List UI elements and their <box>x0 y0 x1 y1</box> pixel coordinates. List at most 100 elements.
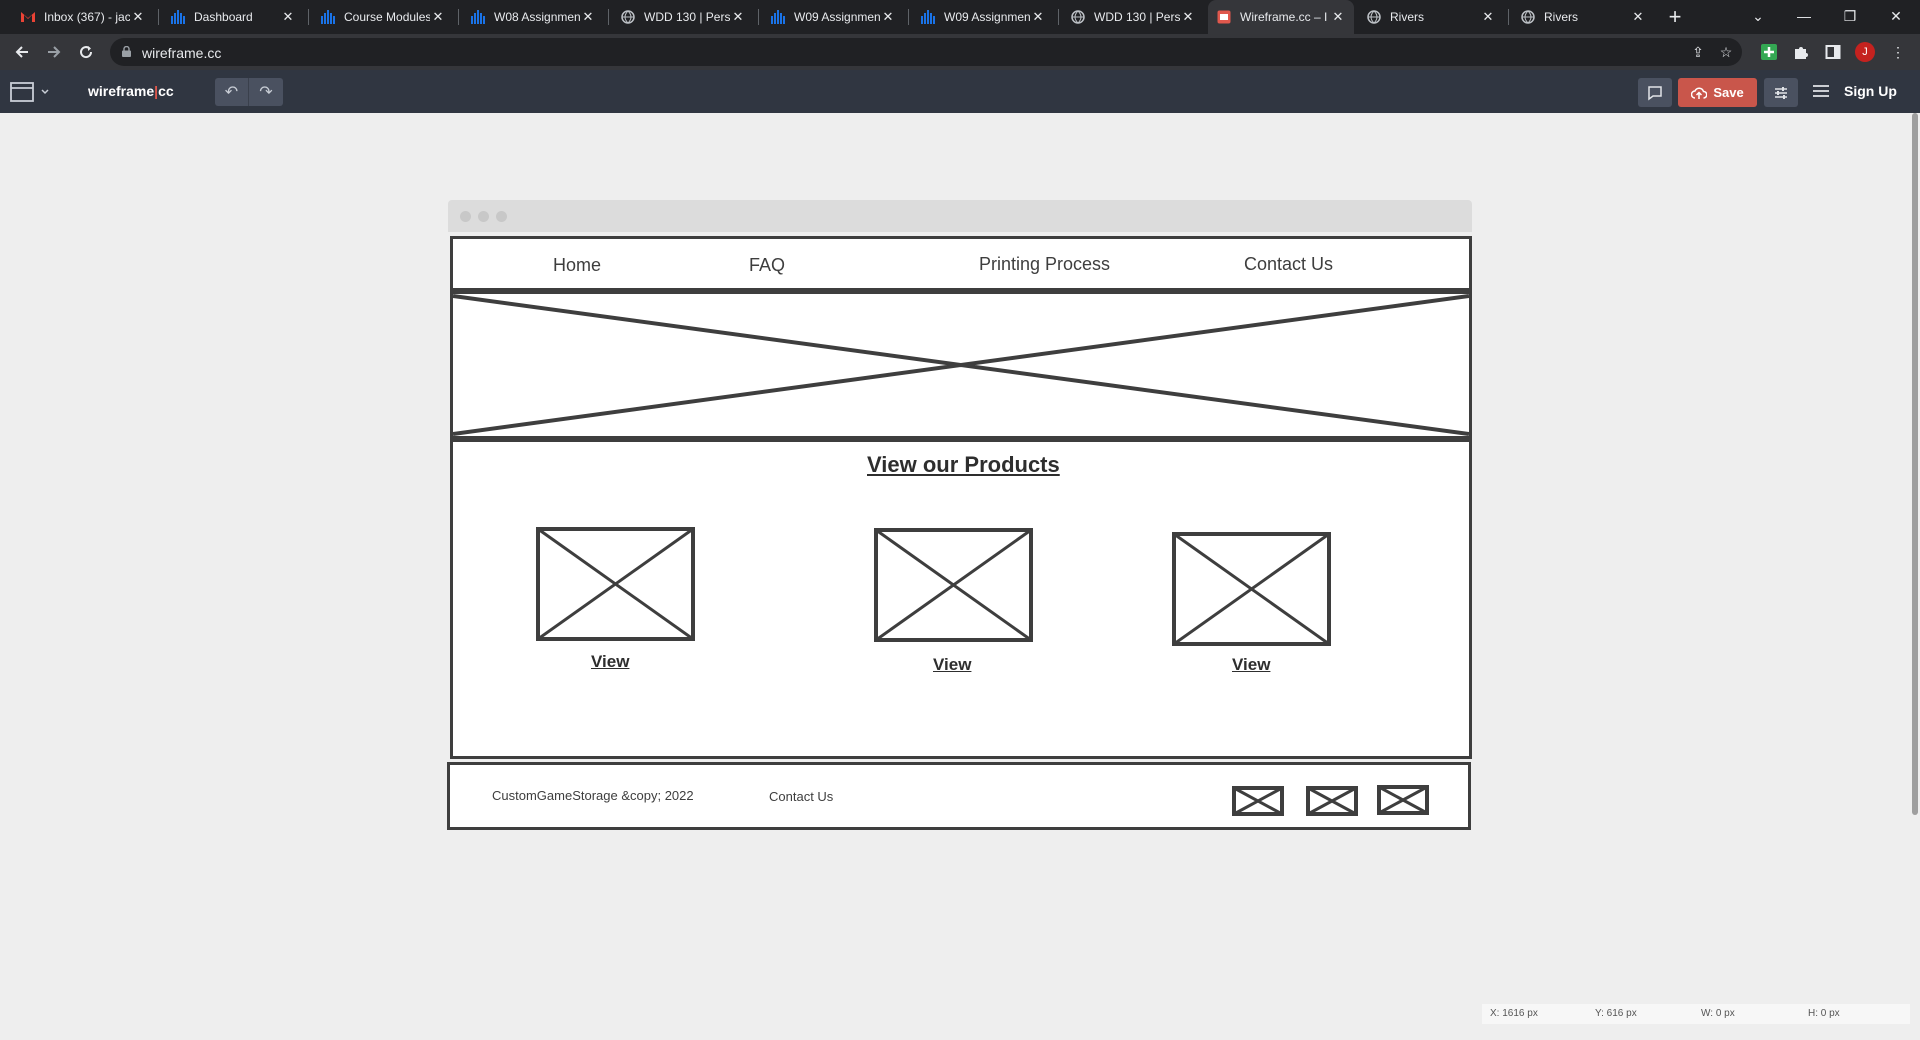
tab-title: W09 Assignmen <box>944 10 1030 24</box>
social-icon-placeholder[interactable] <box>1377 785 1429 815</box>
tab-title: W09 Assignmen <box>794 10 880 24</box>
tab-search-icon[interactable]: ⌄ <box>1736 0 1780 32</box>
browser-tab-wdd130-2[interactable]: WDD 130 | Pers ✕ <box>1062 0 1204 34</box>
signup-button[interactable]: Sign Up <box>1844 83 1897 99</box>
hamburger-menu-button[interactable] <box>1812 83 1832 101</box>
close-tab-icon[interactable]: ✕ <box>1480 9 1496 25</box>
wf-nav-home[interactable]: Home <box>553 255 601 276</box>
tab-title: Course Modules <box>344 10 430 24</box>
comment-icon <box>1648 85 1662 100</box>
save-button[interactable]: Save <box>1678 78 1757 107</box>
app-toolbar: wireframe|cc ↶ ↷ Save Sign Up <box>0 70 1920 113</box>
logo-text-right: cc <box>158 83 174 99</box>
page-settings-button[interactable] <box>10 82 52 102</box>
wf-nav-contact-us[interactable]: Contact Us <box>1244 254 1333 275</box>
social-icon-placeholder[interactable] <box>1232 786 1284 816</box>
browser-tab-dashboard[interactable]: Dashboard ✕ <box>162 0 304 34</box>
tab-title: Inbox (367) - jac <box>44 10 130 24</box>
redo-icon: ↷ <box>259 84 273 101</box>
extension-icon[interactable] <box>1759 42 1779 62</box>
browser-tab-rivers[interactable]: Rivers ✕ <box>1358 0 1504 34</box>
bookmark-star-icon[interactable]: ☆ <box>1716 42 1736 62</box>
tab-divider <box>158 9 159 25</box>
reload-button[interactable] <box>72 38 100 66</box>
browser-tab-rivers-2[interactable]: Rivers ✕ <box>1512 0 1654 34</box>
close-tab-icon[interactable]: ✕ <box>1330 9 1346 25</box>
product-image-placeholder <box>536 527 695 641</box>
close-tab-icon[interactable]: ✕ <box>280 9 296 25</box>
tab-title: Wireframe.cc – I <box>1240 10 1328 24</box>
tab-divider <box>1508 9 1509 25</box>
close-tab-icon[interactable]: ✕ <box>1180 9 1196 25</box>
tab-divider <box>308 9 309 25</box>
globe-icon <box>620 9 636 25</box>
browser-tab-wireframe[interactable]: Wireframe.cc – I ✕ <box>1208 0 1354 34</box>
social-icon-placeholder[interactable] <box>1306 786 1358 816</box>
window-dot <box>478 211 489 222</box>
image-placeholder-icon <box>453 294 1469 436</box>
menu-kebab-icon[interactable]: ⋮ <box>1888 42 1908 62</box>
globe-icon <box>1070 9 1086 25</box>
footer-copyright: CustomGameStorage &copy; 2022 <box>492 788 694 803</box>
tab-title: WDD 130 | Pers <box>644 10 730 24</box>
close-tab-icon[interactable]: ✕ <box>580 9 596 25</box>
status-x: X: 1616 px <box>1490 1008 1538 1019</box>
share-icon[interactable]: ⇪ <box>1688 42 1708 62</box>
sliders-icon <box>1775 86 1787 99</box>
browser-toolbar: wireframe.cc ⇪ ☆ J ⋮ <box>0 34 1920 70</box>
gmail-icon <box>20 9 36 25</box>
wireframe-logo[interactable]: wireframe|cc <box>88 83 174 99</box>
browser-tab-w09[interactable]: W09 Assignmen ✕ <box>762 0 904 34</box>
status-y: Y: 616 px <box>1595 1008 1637 1019</box>
vertical-scrollbar[interactable] <box>1912 113 1918 815</box>
product-view-link[interactable]: View <box>1232 655 1270 675</box>
profile-avatar[interactable]: J <box>1855 42 1875 62</box>
cloud-upload-icon <box>1691 86 1708 99</box>
close-tab-icon[interactable]: ✕ <box>130 9 146 25</box>
undo-button[interactable]: ↶ <box>215 78 249 106</box>
close-window-button[interactable]: ✕ <box>1874 0 1918 32</box>
tab-title: Rivers <box>1390 10 1425 24</box>
tab-divider <box>758 9 759 25</box>
wf-nav-printing-process[interactable]: Printing Process <box>979 254 1110 275</box>
canvas-icon <box>320 9 336 25</box>
coordinates-status-bar: X: 1616 px Y: 616 px W: 0 px H: 0 px <box>1482 1004 1910 1024</box>
tab-title: WDD 130 | Pers <box>1094 10 1180 24</box>
window-dot <box>460 211 471 222</box>
browser-tab-course-modules[interactable]: Course Modules ✕ <box>312 0 454 34</box>
product-view-link[interactable]: View <box>933 655 971 675</box>
browser-tab-w09-2[interactable]: W09 Assignmen ✕ <box>912 0 1054 34</box>
footer-contact-link[interactable]: Contact Us <box>769 789 833 804</box>
redo-button[interactable]: ↷ <box>249 78 283 106</box>
tab-divider <box>608 9 609 25</box>
close-tab-icon[interactable]: ✕ <box>880 9 896 25</box>
wireframe-nav-box[interactable]: Home FAQ Printing Process Contact Us <box>450 236 1472 292</box>
address-bar[interactable]: wireframe.cc ⇪ ☆ <box>110 38 1742 66</box>
browser-tab-w08[interactable]: W08 Assignmen ✕ <box>462 0 604 34</box>
minimize-button[interactable]: — <box>1782 0 1826 32</box>
close-tab-icon[interactable]: ✕ <box>730 9 746 25</box>
hero-image-placeholder[interactable] <box>450 290 1472 441</box>
close-tab-icon[interactable]: ✕ <box>430 9 446 25</box>
product-view-link[interactable]: View <box>591 652 629 672</box>
save-label: Save <box>1713 85 1744 100</box>
settings-button[interactable] <box>1764 78 1798 107</box>
side-panel-icon[interactable] <box>1823 42 1843 62</box>
wireframe-browser-chrome <box>448 200 1472 232</box>
comment-button[interactable] <box>1638 78 1672 107</box>
puzzle-icon[interactable] <box>1791 42 1811 62</box>
wireframe-footer[interactable]: CustomGameStorage &copy; 2022 Contact Us <box>447 762 1471 830</box>
wf-nav-faq[interactable]: FAQ <box>749 255 785 276</box>
browser-tab-wdd130[interactable]: WDD 130 | Pers ✕ <box>612 0 754 34</box>
canvas-icon <box>920 9 936 25</box>
forward-button[interactable] <box>40 38 68 66</box>
new-tab-button[interactable]: + <box>1662 4 1688 30</box>
close-tab-icon[interactable]: ✕ <box>1630 9 1646 25</box>
browser-tab-gmail[interactable]: Inbox (367) - jac ✕ <box>12 0 154 34</box>
url-text: wireframe.cc <box>142 45 222 61</box>
restore-button[interactable]: ❐ <box>1828 0 1872 32</box>
back-button[interactable] <box>8 38 36 66</box>
products-section[interactable]: View our Products View View View <box>450 439 1472 759</box>
close-tab-icon[interactable]: ✕ <box>1030 9 1046 25</box>
section-title-link[interactable]: View our Products <box>867 452 1060 478</box>
